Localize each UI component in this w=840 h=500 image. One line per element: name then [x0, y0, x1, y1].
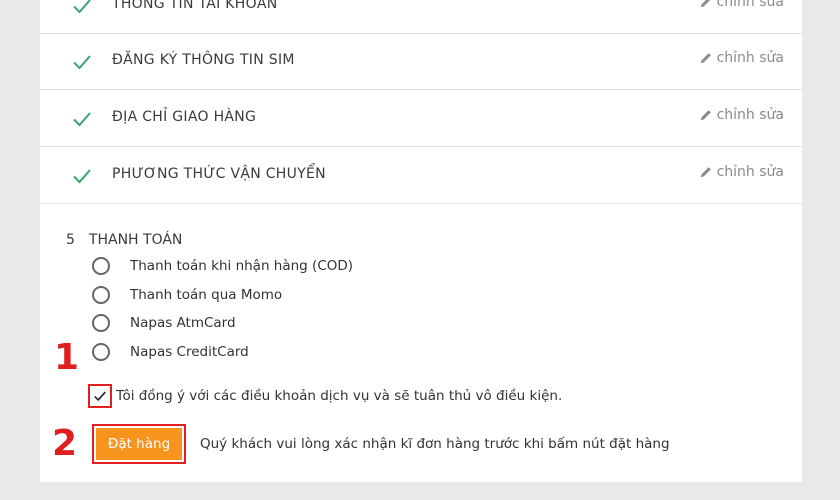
edit-label: chỉnh sửa	[716, 0, 784, 10]
step-title: THÔNG TIN TÀI KHOẢN	[112, 0, 278, 12]
step-title: ĐĂNG KÝ THÔNG TIN SIM	[112, 52, 295, 68]
payment-option-label: Thanh toán khi nhận hàng (COD)	[130, 258, 354, 274]
annotation-number-2: 2	[52, 423, 78, 464]
step-sim-registration: ĐĂNG KÝ THÔNG TIN SIM chỉnh sửa	[40, 34, 802, 90]
payment-option-momo[interactable]: Thanh toán qua Momo	[92, 283, 282, 307]
edit-link[interactable]: chỉnh sửa	[699, 50, 784, 66]
payment-option-cod[interactable]: Thanh toán khi nhận hàng (COD)	[92, 254, 353, 278]
step-shipping-method: PHƯƠNG THỨC VẬN CHUYỂN chỉnh sửa	[40, 148, 802, 204]
payment-option-label: Napas AtmCard	[130, 315, 236, 331]
payment-step-number: 5	[66, 232, 75, 248]
checkout-panel: THÔNG TIN TÀI KHOẢN chỉnh sửa ĐĂNG KÝ TH…	[40, 0, 802, 482]
edit-label: chỉnh sửa	[716, 164, 784, 180]
edit-link[interactable]: chỉnh sửa	[699, 107, 784, 123]
check-icon	[73, 112, 91, 127]
order-note: Quý khách vui lòng xác nhận kĩ đơn hàng …	[200, 436, 670, 452]
step-title: ĐỊA CHỈ GIAO HÀNG	[112, 109, 257, 125]
terms-text: Tôi đồng ý với các điều khoản dịch vụ và…	[116, 388, 563, 404]
checkmark-icon	[94, 391, 106, 402]
terms-agreement-row: Tôi đồng ý với các điều khoản dịch vụ và…	[88, 384, 562, 408]
order-button-highlight: Đặt hàng	[92, 424, 186, 464]
place-order-button[interactable]: Đặt hàng	[96, 428, 182, 460]
payment-section-title: 5 THANH TOÁN	[66, 232, 182, 248]
edit-label: chỉnh sửa	[716, 50, 784, 66]
payment-option-label: Thanh toán qua Momo	[130, 287, 283, 303]
radio-button[interactable]	[92, 286, 110, 304]
edit-link[interactable]: chỉnh sửa	[699, 164, 784, 180]
order-row: Đặt hàng Quý khách vui lòng xác nhận kĩ …	[92, 424, 670, 464]
step-account-info: THÔNG TIN TÀI KHOẢN chỉnh sửa	[40, 0, 802, 34]
radio-button[interactable]	[92, 257, 110, 275]
check-icon	[73, 169, 91, 184]
edit-label: chỉnh sửa	[716, 107, 784, 123]
step-shipping-address: ĐỊA CHỈ GIAO HÀNG chỉnh sửa	[40, 91, 802, 147]
pencil-icon	[700, 167, 711, 178]
payment-option-creditcard[interactable]: Napas CreditCard	[92, 340, 249, 364]
pencil-icon	[700, 53, 711, 64]
check-icon	[73, 0, 91, 14]
pencil-icon	[700, 0, 710, 8]
radio-button[interactable]	[92, 314, 110, 332]
payment-title: THANH TOÁN	[88, 232, 183, 248]
radio-button[interactable]	[92, 343, 110, 361]
pencil-icon	[700, 110, 711, 121]
annotation-number-1: 1	[54, 337, 80, 378]
terms-checkbox[interactable]	[88, 384, 112, 408]
side-strip	[802, 0, 840, 500]
step-title: PHƯƠNG THỨC VẬN CHUYỂN	[112, 166, 326, 182]
edit-link[interactable]: chỉnh sửa	[699, 0, 784, 10]
payment-option-label: Napas CreditCard	[130, 344, 249, 360]
payment-option-atmcard[interactable]: Napas AtmCard	[92, 311, 236, 335]
check-icon	[73, 55, 91, 70]
